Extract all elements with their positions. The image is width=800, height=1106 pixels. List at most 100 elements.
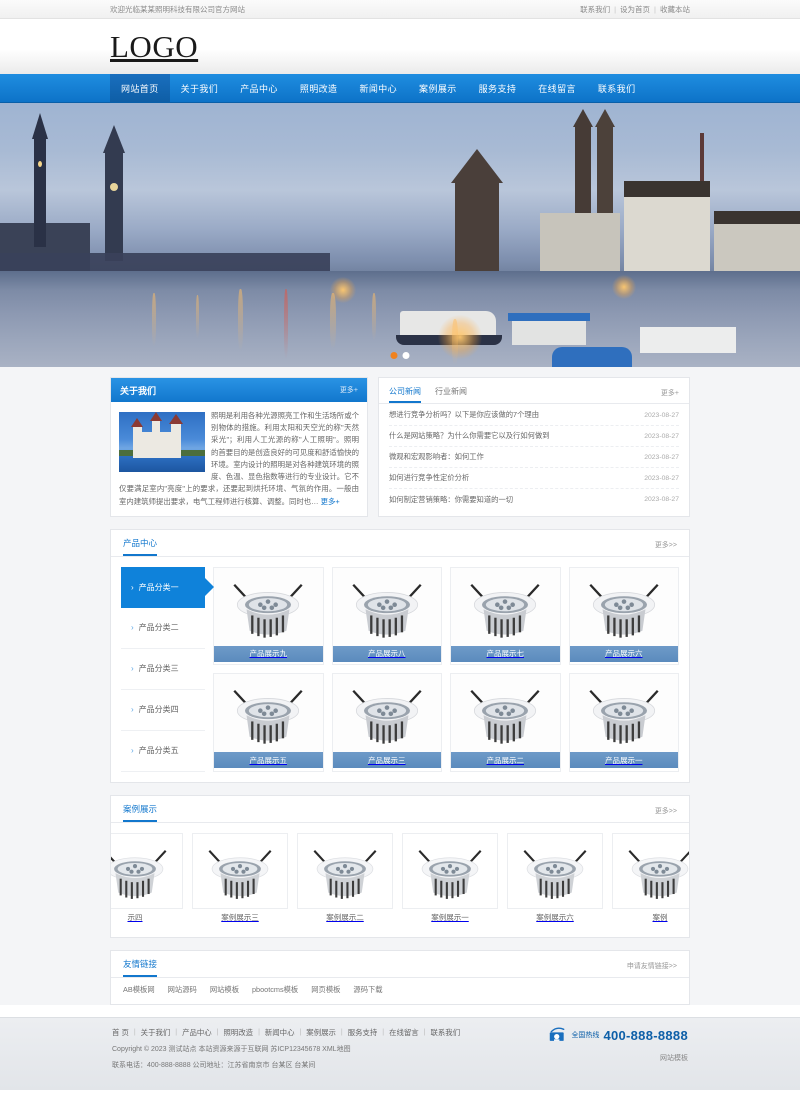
banner-gable-roof bbox=[451, 149, 503, 183]
product-category-label: 产品分类一 bbox=[139, 582, 179, 593]
product-card[interactable]: 产品展示八 bbox=[332, 567, 443, 666]
product-card[interactable]: 产品展示五 bbox=[213, 673, 324, 772]
news-list-item[interactable]: 想进行竞争分析吗？以下是你应该做的7个理由 2023-08-27 bbox=[389, 405, 679, 426]
top-link-bookmark[interactable]: 收藏本站 bbox=[660, 4, 690, 15]
about-inline-more[interactable]: 更多+ bbox=[321, 497, 340, 506]
product-category-4[interactable]: › 产品分类四 bbox=[121, 690, 205, 731]
product-caption: 产品展示三 bbox=[333, 752, 442, 768]
top-link-contact[interactable]: 联系我们 bbox=[580, 4, 610, 15]
footer-nav-cases[interactable]: 案例展示 bbox=[306, 1027, 336, 1038]
case-image bbox=[111, 833, 183, 909]
news-list-item[interactable]: 如何制定营销策略：你需要知道的一切 2023-08-27 bbox=[389, 489, 679, 510]
slider-dot-1[interactable] bbox=[391, 352, 398, 359]
about-header: 关于我们 更多+ bbox=[111, 378, 367, 402]
chevron-right-icon: › bbox=[131, 705, 134, 714]
led-downlight-icon bbox=[459, 680, 551, 746]
news-list-item[interactable]: 什么是网站策略？为什么你需要它以及行如何做到 2023-08-27 bbox=[389, 426, 679, 447]
product-card[interactable]: 产品展示三 bbox=[332, 673, 443, 772]
product-card[interactable]: 产品展示九 bbox=[213, 567, 324, 666]
chevron-right-icon: › bbox=[131, 746, 134, 755]
news-panel: 公司新闻 行业新闻 更多+ 想进行竞争分析吗？以下是你应该做的7个理由 2023… bbox=[378, 377, 690, 517]
nav-item-support[interactable]: 服务支持 bbox=[468, 74, 528, 102]
footer-nav-sep: | bbox=[134, 1029, 136, 1036]
nav-item-home[interactable]: 网站首页 bbox=[110, 74, 170, 102]
product-category-list: › 产品分类一 › 产品分类二 › 产品分类三 › 产品分类四 bbox=[121, 567, 205, 772]
nav-item-retrofit[interactable]: 照明改造 bbox=[289, 74, 349, 102]
top-link-separator-1: | bbox=[614, 5, 616, 14]
nav-item-message[interactable]: 在线留言 bbox=[527, 74, 587, 102]
main-navigation: 网站首页 关于我们 产品中心 照明改造 新闻中心 案例展示 服务支持 在线留言 … bbox=[0, 74, 800, 103]
product-image bbox=[451, 568, 560, 646]
site-logo[interactable]: LOGO bbox=[110, 29, 198, 65]
products-more-link[interactable]: 更多>> bbox=[655, 540, 677, 556]
case-card[interactable]: 案例展示二 bbox=[297, 833, 393, 927]
thumb-castle-tower-c bbox=[152, 420, 160, 458]
banner-tower-left bbox=[34, 135, 46, 247]
case-card[interactable]: 案例展示三 bbox=[192, 833, 288, 927]
footer-nav-retrofit[interactable]: 照明改造 bbox=[223, 1027, 253, 1038]
friendly-link-item[interactable]: 网站源码 bbox=[168, 985, 197, 995]
cases-carousel[interactable]: 示四 bbox=[111, 823, 689, 937]
case-card[interactable]: 案例展示六 bbox=[507, 833, 603, 927]
phone-icon bbox=[548, 1027, 567, 1044]
friendly-link-item[interactable]: 源码下载 bbox=[353, 985, 382, 995]
banner-slider-dots[interactable] bbox=[391, 352, 410, 359]
chevron-right-icon: › bbox=[131, 583, 134, 592]
friendly-link-item[interactable]: pbootcms模板 bbox=[252, 985, 298, 995]
footer-nav-products[interactable]: 产品中心 bbox=[182, 1027, 212, 1038]
footer-nav-news[interactable]: 新闻中心 bbox=[265, 1027, 295, 1038]
case-card[interactable]: 示四 bbox=[111, 833, 183, 927]
footer-copyright: Copyright © 2023 测试站点 本站资源来源于互联网 苏ICP123… bbox=[112, 1045, 460, 1056]
hero-banner[interactable] bbox=[0, 103, 800, 367]
nav-item-about[interactable]: 关于我们 bbox=[170, 74, 230, 102]
footer-inner: 首 页 | 关于我们 | 产品中心 | 照明改造 | 新闻中心 | 案例展示 |… bbox=[110, 1027, 690, 1078]
case-card[interactable]: 案例展示一 bbox=[402, 833, 498, 927]
product-card[interactable]: 产品展示六 bbox=[569, 567, 680, 666]
footer-nav-contact[interactable]: 联系我们 bbox=[431, 1027, 461, 1038]
news-list-item[interactable]: 微观和宏观影响者：如何工作 2023-08-27 bbox=[389, 447, 679, 468]
product-card[interactable]: 产品展示七 bbox=[450, 567, 561, 666]
tab-company-news[interactable]: 公司新闻 bbox=[389, 386, 421, 403]
news-more-link[interactable]: 更多+ bbox=[661, 388, 679, 403]
product-card[interactable]: 产品展示二 bbox=[450, 673, 561, 772]
product-category-1[interactable]: › 产品分类一 bbox=[121, 567, 205, 608]
news-list-item[interactable]: 如何进行竞争性定价分析 2023-08-27 bbox=[389, 468, 679, 489]
nav-item-cases[interactable]: 案例展示 bbox=[408, 74, 468, 102]
product-category-2[interactable]: › 产品分类二 bbox=[121, 608, 205, 649]
welcome-text: 欢迎光临某某照明科技有限公司官方网站 bbox=[110, 4, 245, 15]
led-downlight-icon bbox=[341, 574, 433, 640]
footer-nav-about[interactable]: 关于我们 bbox=[141, 1027, 171, 1038]
about-more-link[interactable]: 更多+ bbox=[340, 385, 358, 395]
apply-friendly-link[interactable]: 申请友情链接>> bbox=[627, 961, 677, 977]
product-category-5[interactable]: › 产品分类五 bbox=[121, 731, 205, 772]
product-card[interactable]: 产品展示一 bbox=[569, 673, 680, 772]
footer-nav-support[interactable]: 服务支持 bbox=[348, 1027, 378, 1038]
footer-nav-sep: | bbox=[382, 1029, 384, 1036]
page-content: 关于我们 更多+ 照明是利用各种光源照亮工作和 bbox=[0, 367, 800, 1005]
led-downlight-icon bbox=[198, 841, 282, 901]
product-category-3[interactable]: › 产品分类三 bbox=[121, 649, 205, 690]
friendly-link-item[interactable]: AB模板网 bbox=[123, 985, 155, 995]
product-category-label: 产品分类三 bbox=[139, 663, 179, 674]
product-caption: 产品展示八 bbox=[333, 646, 442, 662]
tab-industry-news[interactable]: 行业新闻 bbox=[435, 386, 467, 403]
footer-nav-sep: | bbox=[424, 1029, 426, 1036]
friendly-link-item[interactable]: 网站模板 bbox=[210, 985, 239, 995]
product-category-label: 产品分类五 bbox=[139, 745, 179, 756]
footer-right: 全国热线 400-888-8888 网站模板 bbox=[548, 1027, 690, 1078]
nav-item-contact[interactable]: 联系我们 bbox=[587, 74, 647, 102]
cases-more-link[interactable]: 更多>> bbox=[655, 806, 677, 822]
slider-dot-2[interactable] bbox=[403, 352, 410, 359]
friendly-link-item[interactable]: 网页模板 bbox=[311, 985, 340, 995]
footer-nav-home[interactable]: 首 页 bbox=[112, 1027, 129, 1038]
case-card[interactable]: 案例 bbox=[612, 833, 689, 927]
footer-nav-message[interactable]: 在线留言 bbox=[389, 1027, 419, 1038]
nav-item-products[interactable]: 产品中心 bbox=[229, 74, 289, 102]
case-caption: 案例展示三 bbox=[192, 909, 288, 927]
nav-item-news[interactable]: 新闻中心 bbox=[348, 74, 408, 102]
top-link-set-homepage[interactable]: 设为首页 bbox=[620, 4, 650, 15]
product-category-label: 产品分类二 bbox=[139, 622, 179, 633]
case-caption: 案例展示六 bbox=[507, 909, 603, 927]
led-downlight-icon bbox=[578, 680, 670, 746]
news-item-date: 2023-08-27 bbox=[644, 412, 679, 419]
